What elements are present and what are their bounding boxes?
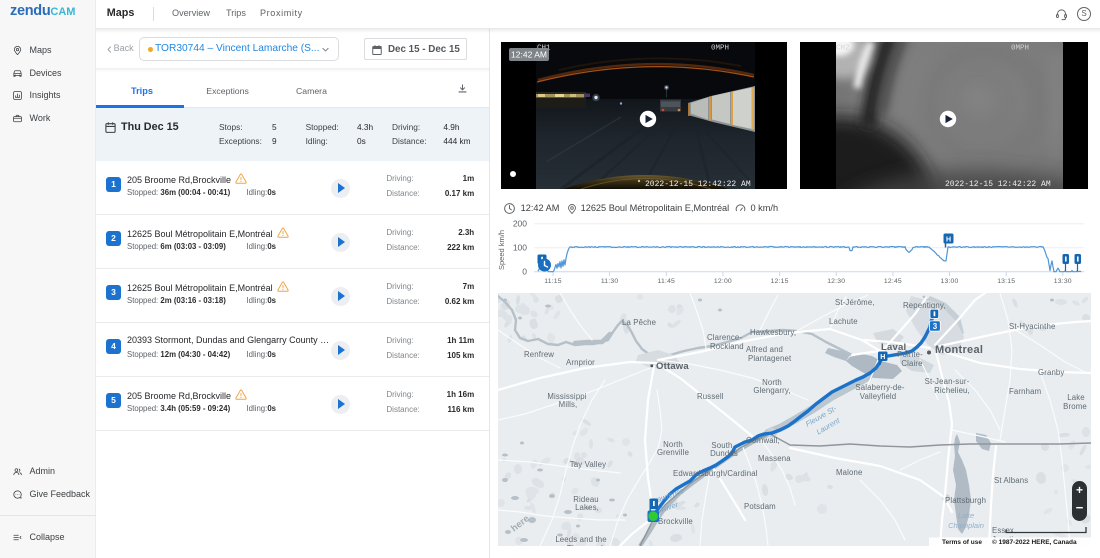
svg-text:La Pêche: La Pêche	[622, 318, 656, 327]
svg-text:Tay Valley: Tay Valley	[570, 460, 606, 469]
svg-text:H: H	[880, 354, 885, 361]
svg-text:Leeds and the: Leeds and the	[555, 535, 606, 544]
svg-text:Renfrew: Renfrew	[524, 350, 554, 359]
svg-text:Lakes,: Lakes,	[575, 503, 599, 512]
svg-text:Terms of use: Terms of use	[942, 539, 982, 546]
svg-text:12:00: 12:00	[714, 278, 732, 285]
svg-text:100: 100	[513, 243, 527, 253]
svg-text:Lachute: Lachute	[829, 317, 858, 326]
svg-text:13:15: 13:15	[997, 278, 1015, 285]
svg-text:2022-12-15 12:42:22 AM: 2022-12-15 12:42:22 AM	[945, 180, 1051, 189]
svg-text:Plantagenet: Plantagenet	[748, 354, 792, 363]
svg-text:0: 0	[522, 267, 527, 277]
svg-text:Ottawa: Ottawa	[656, 361, 689, 372]
svg-text:Massena: Massena	[758, 454, 791, 463]
svg-text:11:15: 11:15	[544, 278, 562, 285]
svg-text:Russell: Russell	[697, 392, 724, 401]
svg-text:13:00: 13:00	[940, 278, 958, 285]
svg-text:Brome: Brome	[1063, 402, 1087, 411]
svg-text:Claire: Claire	[901, 359, 922, 368]
svg-text:Thousand: Thousand	[567, 544, 603, 546]
svg-text:Edwardsburgh/Cardinal: Edwardsburgh/Cardinal	[673, 469, 758, 478]
svg-text:Malone: Malone	[836, 468, 862, 477]
svg-text:12:42 AM: 12:42 AM	[511, 50, 547, 60]
svg-text:St-Jean-sur-: St-Jean-sur-	[925, 377, 970, 386]
svg-text:Alfred and: Alfred and	[746, 345, 783, 354]
svg-text:© 1987-2022 HERE, Canada: © 1987-2022 HERE, Canada	[992, 538, 1077, 546]
svg-text:Arnprior: Arnprior	[566, 358, 595, 367]
svg-text:CH2: CH2	[836, 45, 850, 53]
svg-text:Montreal: Montreal	[935, 344, 983, 356]
svg-text:Richelieu,: Richelieu,	[934, 386, 970, 395]
svg-text:H: H	[946, 236, 951, 243]
svg-text:Brockville: Brockville	[658, 517, 693, 526]
svg-text:12:30: 12:30	[827, 278, 845, 285]
svg-text:Mills,: Mills,	[559, 400, 578, 409]
svg-text:−: −	[1076, 500, 1084, 515]
svg-text:0MPH: 0MPH	[711, 45, 729, 53]
svg-text:11:30: 11:30	[601, 278, 619, 285]
svg-text:+: +	[1076, 483, 1083, 497]
svg-text:Pointe-: Pointe-	[897, 350, 923, 359]
svg-text:Clarence-: Clarence-	[707, 333, 742, 342]
svg-text:Speed km/h: Speed km/h	[497, 230, 506, 270]
svg-text:Lake: Lake	[1067, 393, 1085, 402]
svg-text:2022-12-15 12:42:22 AM: 2022-12-15 12:42:22 AM	[645, 180, 751, 189]
svg-text:12:45: 12:45	[884, 278, 902, 285]
svg-text:Grenville: Grenville	[657, 448, 689, 457]
svg-text:12:15: 12:15	[771, 278, 789, 285]
svg-text:St-Hyacinthe: St-Hyacinthe	[1009, 322, 1055, 331]
svg-text:Plattsburgh: Plattsburgh	[945, 496, 986, 505]
svg-text:Dundas: Dundas	[710, 449, 738, 458]
svg-text:Repentigny,: Repentigny,	[903, 301, 946, 310]
svg-text:St-Jérôme,: St-Jérôme,	[835, 298, 875, 307]
svg-text:Glengarry,: Glengarry,	[753, 386, 790, 395]
svg-text:Valleyfield: Valleyfield	[860, 392, 897, 401]
svg-text:Essex: Essex	[992, 526, 1014, 535]
svg-text:Rockland: Rockland	[710, 342, 744, 351]
svg-text:Champlain: Champlain	[948, 521, 984, 530]
svg-text:13:30: 13:30	[1054, 278, 1072, 285]
svg-text:Lake: Lake	[958, 511, 974, 520]
svg-text:Potsdam: Potsdam	[744, 502, 776, 511]
svg-text:Granby: Granby	[1038, 368, 1064, 377]
svg-text:Cornwall,: Cornwall,	[746, 436, 780, 445]
svg-text:St Albans: St Albans	[994, 476, 1028, 485]
svg-text:0MPH: 0MPH	[1011, 45, 1029, 53]
svg-text:200: 200	[513, 219, 527, 229]
svg-text:Salaberry-de-: Salaberry-de-	[855, 383, 904, 392]
svg-text:Farnham: Farnham	[1009, 387, 1041, 396]
svg-text:3: 3	[933, 322, 938, 331]
svg-text:Hawkesbury,: Hawkesbury,	[750, 328, 796, 337]
svg-text:11:45: 11:45	[658, 278, 676, 285]
